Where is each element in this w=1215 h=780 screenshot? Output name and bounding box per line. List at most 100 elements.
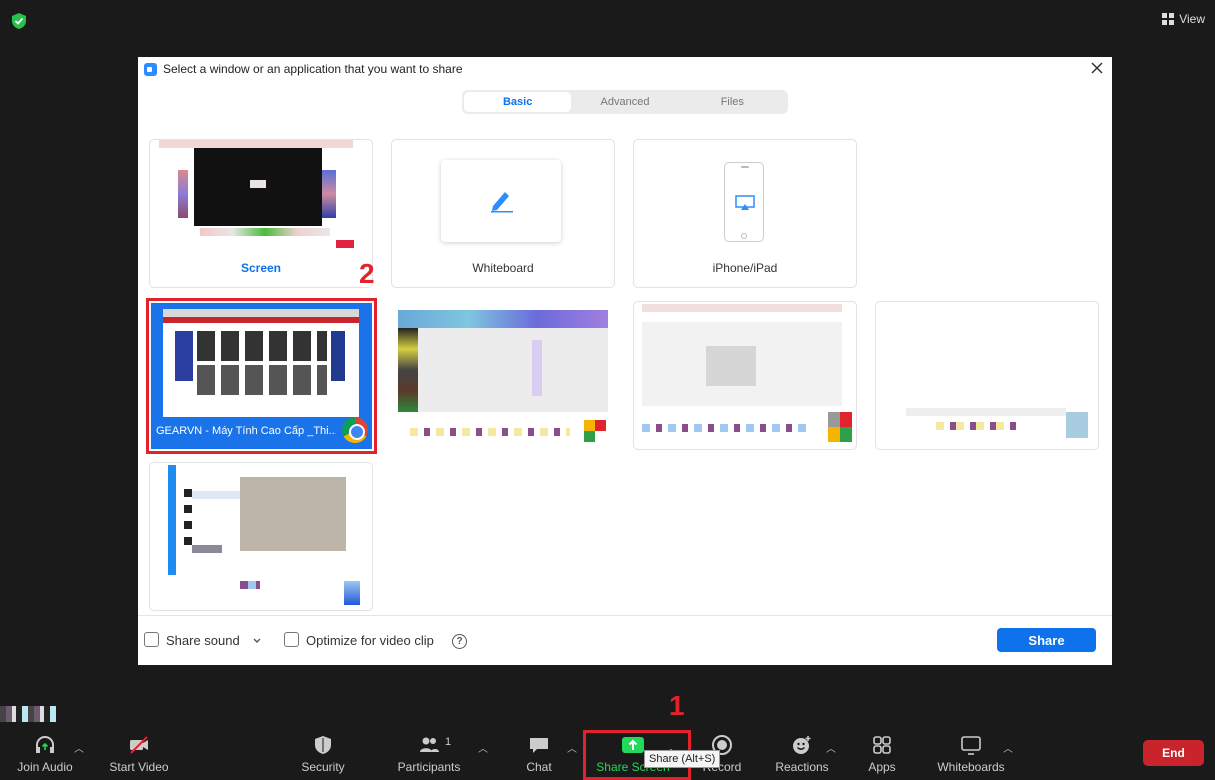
chat-button[interactable]: Chat	[518, 730, 560, 780]
thumb5-image	[240, 477, 346, 551]
thumb5-line1	[192, 491, 240, 499]
thumb4-icon	[1066, 412, 1088, 438]
tile-window-2[interactable]	[391, 301, 615, 450]
tile-window-gearvn-label: GEARVN - Máy Tính Cao Cấp _Thi...	[156, 425, 336, 437]
security-shield-icon	[12, 13, 26, 29]
participants-label: Participants	[397, 760, 461, 774]
airplay-icon	[735, 195, 755, 210]
thumb4-footer	[936, 422, 1016, 430]
headphone-icon	[36, 736, 54, 753]
dialog-footer: Share sound Optimize for video clip ? Sh…	[138, 615, 1112, 665]
caret-up-icon[interactable]: ︿	[74, 740, 84, 755]
screen-thumb-bottom	[200, 228, 330, 236]
video-off-icon	[130, 736, 148, 754]
thumb2-icon	[584, 420, 606, 442]
thumb3-footer	[642, 424, 812, 432]
pen-icon	[491, 192, 513, 213]
tile-screen[interactable]: Screen	[149, 139, 373, 288]
join-audio-button[interactable]: Join Audio	[14, 730, 76, 780]
start-video-button[interactable]: Start Video	[106, 730, 172, 780]
phone-frame	[724, 162, 764, 242]
help-icon[interactable]: ?	[452, 634, 467, 649]
zoom-logo-icon	[144, 62, 157, 76]
smiley-icon	[793, 736, 811, 754]
thumb2-header	[398, 310, 608, 328]
grid-icon	[1162, 13, 1175, 25]
shield-icon	[315, 736, 331, 754]
thumb5-footer	[240, 581, 260, 589]
dialog-header: Select a window or an application that y…	[138, 57, 1112, 81]
start-video-label: Start Video	[109, 760, 169, 774]
annotation-two: 2	[359, 258, 375, 289]
screen-thumb-left	[178, 170, 188, 218]
share-sound-label: Share sound	[166, 633, 240, 648]
tile-whiteboard-label: Whiteboard	[472, 261, 534, 275]
participants-count: 1	[445, 736, 452, 748]
optimize-video-checkbox[interactable]	[284, 632, 299, 647]
apps-icon	[873, 736, 891, 754]
phone-home	[741, 233, 747, 239]
apps-button[interactable]: Apps	[862, 730, 902, 780]
tile-screen-label: Screen	[240, 261, 282, 275]
share-button[interactable]: Share	[997, 628, 1096, 652]
share-tabs: Basic Advanced Files	[462, 90, 788, 114]
tile-iphone[interactable]: iPhone/iPad	[633, 139, 857, 288]
thumb5-line2	[192, 545, 222, 553]
dialog-title: Select a window or an application that y…	[163, 62, 463, 76]
share-sound-checkbox[interactable]	[144, 632, 159, 647]
tile-window-4[interactable]	[875, 301, 1099, 450]
site-right-banner	[331, 331, 345, 381]
thumb2-footer	[410, 428, 570, 436]
tile-window-gearvn[interactable]: GEARVN - Máy Tính Cao Cấp _Thi...	[146, 298, 377, 454]
security-label: Security	[301, 760, 345, 774]
join-audio-label: Join Audio	[17, 760, 73, 774]
caret-up-icon[interactable]: ︿	[567, 740, 577, 755]
selected-highlight: GEARVN - Máy Tính Cao Cấp _Thi...	[151, 303, 372, 449]
caret-up-icon[interactable]: ︿	[826, 740, 836, 755]
thumb5-icon	[344, 581, 360, 605]
tile-whiteboard[interactable]: Whiteboard	[391, 139, 615, 288]
people-icon	[420, 737, 439, 752]
view-label: View	[1179, 12, 1205, 26]
whiteboard-icon	[961, 736, 981, 755]
product-row-2	[197, 365, 327, 395]
view-button[interactable]: View	[1162, 12, 1205, 26]
caret-up-icon[interactable]: ︿	[478, 740, 488, 755]
site-header	[163, 317, 359, 323]
chevron-down-icon[interactable]	[252, 636, 262, 646]
thumb3-block	[706, 346, 756, 386]
share-dialog: Select a window or an application that y…	[138, 57, 1112, 665]
reactions-label: Reactions	[775, 760, 829, 774]
close-icon[interactable]	[1090, 61, 1104, 75]
participants-button[interactable]: Participants	[393, 730, 465, 780]
end-meeting-button[interactable]: End	[1143, 740, 1204, 766]
security-button[interactable]: Security	[295, 730, 351, 780]
tab-advanced[interactable]: Advanced	[571, 92, 678, 112]
share-tooltip: Share (Alt+S)	[644, 750, 721, 768]
thumb3-icon	[828, 412, 852, 442]
tab-basic[interactable]: Basic	[464, 92, 572, 112]
screen-thumb-top	[159, 140, 353, 148]
tile-iphone-label: iPhone/iPad	[712, 261, 778, 275]
thumb4-line	[906, 408, 1066, 416]
participant-thumbnail	[0, 706, 56, 722]
screen-thumb-red	[336, 240, 354, 248]
product-row-1	[197, 331, 327, 361]
thumb2-left	[398, 328, 418, 412]
chat-label: Chat	[526, 760, 552, 774]
gearvn-thumbnail	[163, 309, 359, 417]
whiteboards-button[interactable]: Whiteboards	[934, 730, 1008, 780]
tile-window-3[interactable]	[633, 301, 857, 450]
thumb5-sidebar	[168, 465, 176, 575]
thumb5-icons	[184, 489, 192, 549]
browser-bar	[163, 309, 359, 317]
tab-files[interactable]: Files	[679, 92, 786, 112]
caret-up-icon[interactable]: ︿	[1003, 740, 1013, 755]
whiteboards-label: Whiteboards	[937, 760, 1005, 774]
screen-thumb-right	[322, 170, 336, 218]
tile-window-5[interactable]	[149, 462, 373, 611]
site-left-banner	[175, 331, 193, 381]
screen-thumb-dot	[250, 180, 266, 188]
annotation-one: 1	[669, 690, 685, 721]
reactions-button[interactable]: Reactions	[772, 730, 832, 780]
